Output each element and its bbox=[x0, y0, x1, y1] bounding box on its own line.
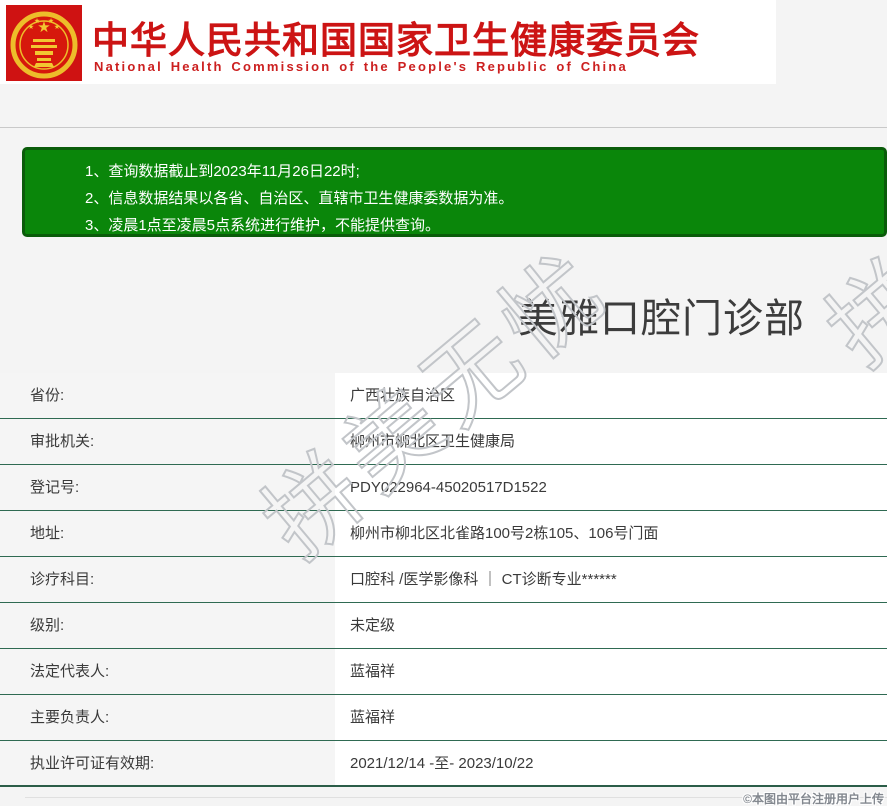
table-row: 地址: 柳州市柳北区北雀路100号2栋105、106号门面 bbox=[0, 511, 887, 557]
site-title-chinese: 中华人民共和国国家卫生健康委员会 bbox=[92, 20, 700, 61]
field-label: 诊疗科目: bbox=[0, 557, 335, 602]
table-row: 审批机关: 柳州市柳北区卫生健康局 bbox=[0, 419, 887, 465]
field-label: 登记号: bbox=[0, 465, 335, 510]
field-value: 蓝福祥 bbox=[335, 649, 887, 694]
institution-name: 美雅口腔门诊部 bbox=[518, 297, 805, 341]
site-header: ★ ★ ★ ★ ★ 中华人民共和国国家卫生健康委员会 National Heal… bbox=[0, 0, 776, 84]
field-label: 级别: bbox=[0, 603, 335, 648]
field-label: 主要负责人: bbox=[0, 695, 335, 740]
table-row: 登记号: PDY022964-45020517D1522 bbox=[0, 465, 887, 511]
table-row: 主要负责人: 蓝福祥 bbox=[0, 695, 887, 741]
field-value: 未定级 bbox=[335, 603, 887, 648]
field-label: 审批机关: bbox=[0, 419, 335, 464]
field-value: 2021/12/14 -至- 2023/10/22 bbox=[335, 741, 887, 785]
field-value: 广西壮族自治区 bbox=[335, 373, 887, 418]
china-national-emblem-icon: ★ ★ ★ ★ ★ bbox=[6, 5, 82, 81]
table-row: 级别: 未定级 bbox=[0, 603, 887, 649]
notice-line: 1、查询数据截止到2023年11月26日22时; bbox=[85, 163, 360, 180]
field-label: 法定代表人: bbox=[0, 649, 335, 694]
table-row: 诊疗科目: 口腔科 /医学影像科 ｜ CT诊断专业****** bbox=[0, 557, 887, 603]
field-label: 省份: bbox=[0, 373, 335, 418]
field-label: 执业许可证有效期: bbox=[0, 741, 335, 785]
field-value: PDY022964-45020517D1522 bbox=[335, 465, 887, 510]
field-value: 柳州市柳北区北雀路100号2栋105、106号门面 bbox=[335, 511, 887, 556]
site-title-english: National Health Commission of the People… bbox=[94, 59, 628, 74]
notice-line: 2、信息数据结果以各省、自治区、直辖市卫生健康委数据为准。 bbox=[85, 190, 514, 207]
field-value: 蓝福祥 bbox=[335, 695, 887, 740]
svg-text:★: ★ bbox=[54, 23, 60, 31]
table-row: 法定代表人: 蓝福祥 bbox=[0, 649, 887, 695]
header-divider bbox=[0, 127, 887, 128]
upload-copyright-note: ©本图由平台注册用户上传 bbox=[743, 792, 884, 806]
info-table: 省份: 广西壮族自治区 审批机关: 柳州市柳北区卫生健康局 登记号: PDY02… bbox=[0, 373, 887, 787]
notice-line: 3、凌晨1点至凌晨5点系统进行维护，不能提供查询。 bbox=[85, 217, 441, 234]
field-value: 柳州市柳北区卫生健康局 bbox=[335, 419, 887, 464]
field-label: 地址: bbox=[0, 511, 335, 556]
nhc-query-result-page: ★ ★ ★ ★ ★ 中华人民共和国国家卫生健康委员会 National Heal… bbox=[0, 0, 887, 806]
notice-box: 1、查询数据截止到2023年11月26日22时; 2、信息数据结果以各省、自治区… bbox=[22, 147, 887, 237]
table-row: 省份: 广西壮族自治区 bbox=[0, 373, 887, 419]
svg-text:★: ★ bbox=[34, 17, 40, 25]
field-value: 口腔科 /医学影像科 ｜ CT诊断专业****** bbox=[335, 557, 887, 602]
table-row: 执业许可证有效期: 2021/12/14 -至- 2023/10/22 bbox=[0, 741, 887, 787]
